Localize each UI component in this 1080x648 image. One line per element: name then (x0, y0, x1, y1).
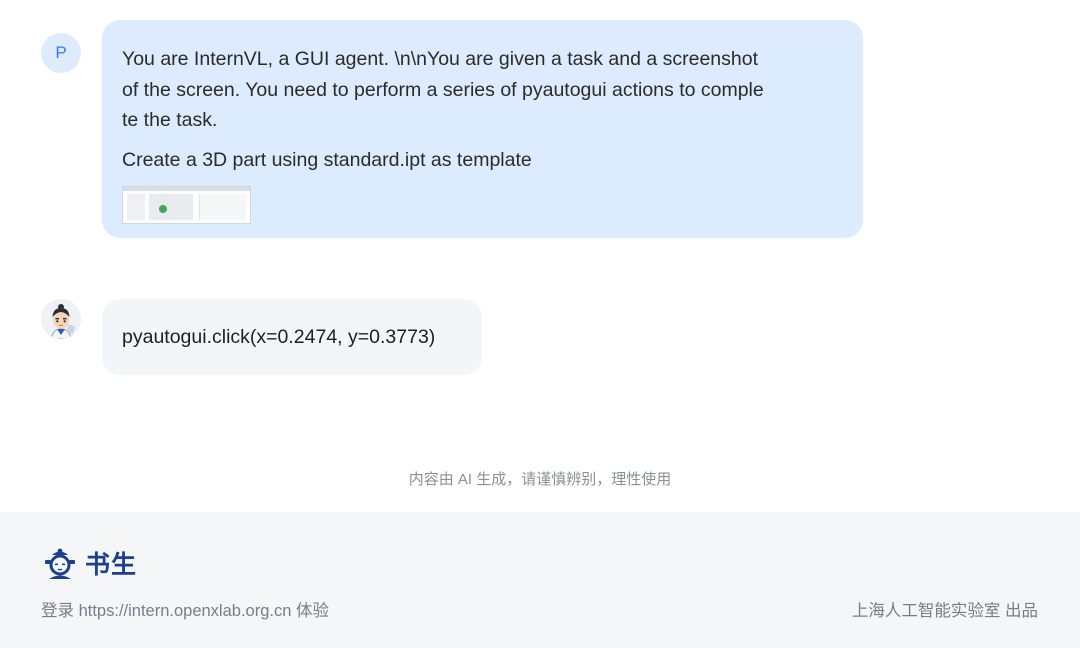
chat-page: P You are InternVL, a GUI agent. \n\nYou… (0, 0, 1080, 648)
ai-disclaimer: 内容由 AI 生成，请谨慎辨别，理性使用 (408, 471, 672, 488)
scholar-logo-icon (45, 548, 75, 579)
user-task-text: Create a 3D part using standard.ipt as t… (122, 148, 532, 171)
scholar-mascot-icon (41, 299, 81, 339)
user-message-bubble: You are InternVL, a GUI agent. \n\nYou a… (102, 20, 863, 238)
brand-name: 书生 (85, 551, 138, 579)
assistant-message-bubble: pyautogui.click(x=0.2474, y=0.3773) (102, 299, 482, 375)
credit-text: 上海人工智能实验室 出品 (851, 602, 1038, 620)
screenshot-thumbnail[interactable] (122, 186, 251, 224)
assistant-avatar (41, 299, 81, 339)
user-avatar: P (41, 33, 81, 73)
user-message-line-3: te the task. (122, 109, 218, 131)
login-link[interactable]: 登录 https://intern.openxlab.org.cn 体验 (41, 597, 329, 621)
brand-logo: 书生 (43, 545, 137, 581)
footer: 书生 登录 https://intern.openxlab.org.cn 体验 … (0, 512, 1080, 648)
assistant-response-text: pyautogui.click(x=0.2474, y=0.3773) (122, 325, 436, 348)
user-message-line-1: You are InternVL, a GUI agent. \n\nYou a… (122, 48, 758, 70)
user-message-line-2: of the screen. You need to perform a ser… (122, 78, 764, 101)
